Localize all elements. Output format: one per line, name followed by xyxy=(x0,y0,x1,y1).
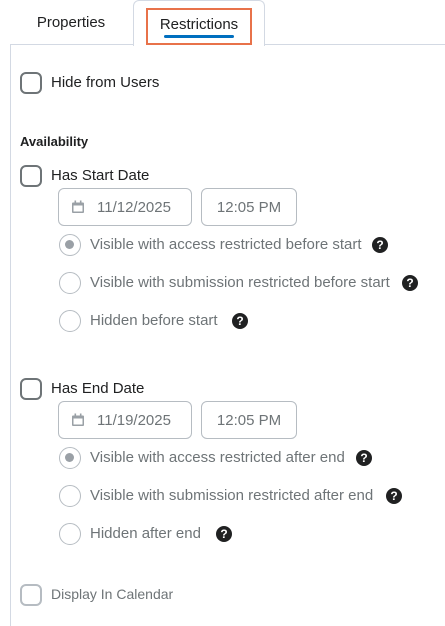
radio-end-access-restricted[interactable] xyxy=(59,447,81,469)
start-date-input[interactable]: 11/12/2025 xyxy=(58,188,192,226)
calendar-icon xyxy=(71,200,85,214)
help-icon[interactable]: ? xyxy=(386,488,402,504)
start-time-value: 12:05 PM xyxy=(216,198,282,216)
has-end-date-label: Has End Date xyxy=(51,380,145,397)
has-start-date-label: Has Start Date xyxy=(51,167,150,184)
radio-start-hidden[interactable] xyxy=(59,310,81,332)
availability-heading: Availability xyxy=(20,134,89,149)
radio-end-submission-restricted-label: Visible with submission restricted after… xyxy=(90,487,374,504)
tab-restrictions-label: Restrictions xyxy=(159,16,239,33)
tab-properties[interactable]: Properties xyxy=(20,0,122,45)
tab-bar: Properties Restrictions xyxy=(0,0,445,46)
calendar-icon xyxy=(71,413,85,427)
tab-restrictions-highlight: Restrictions xyxy=(146,8,252,45)
radio-start-submission-restricted-label: Visible with submission restricted befor… xyxy=(90,274,390,291)
help-icon[interactable]: ? xyxy=(372,237,388,253)
has-start-date-checkbox[interactable] xyxy=(20,165,42,187)
hide-from-users-checkbox[interactable] xyxy=(20,72,42,94)
radio-end-submission-restricted[interactable] xyxy=(59,485,81,507)
help-icon[interactable]: ? xyxy=(402,275,418,291)
help-icon[interactable]: ? xyxy=(216,526,232,542)
tab-restrictions[interactable]: Restrictions xyxy=(133,0,265,46)
end-time-value: 12:05 PM xyxy=(216,411,282,429)
display-in-calendar-checkbox[interactable] xyxy=(20,584,42,606)
radio-end-hidden[interactable] xyxy=(59,523,81,545)
radio-start-access-restricted[interactable] xyxy=(59,234,81,256)
help-icon[interactable]: ? xyxy=(232,313,248,329)
radio-end-access-restricted-label: Visible with access restricted after end xyxy=(90,449,345,466)
has-end-date-checkbox[interactable] xyxy=(20,378,42,400)
display-in-calendar-label: Display In Calendar xyxy=(51,586,174,602)
end-date-value: 11/19/2025 xyxy=(97,411,171,429)
radio-start-hidden-label: Hidden before start xyxy=(90,312,218,329)
hide-from-users-label: Hide from Users xyxy=(51,74,160,91)
end-date-input[interactable]: 11/19/2025 xyxy=(58,401,192,439)
end-time-input[interactable]: 12:05 PM xyxy=(201,401,297,439)
active-tab-indicator xyxy=(164,35,234,38)
radio-start-access-restricted-label: Visible with access restricted before st… xyxy=(90,236,362,253)
radio-end-hidden-label: Hidden after end xyxy=(90,525,201,542)
start-time-input[interactable]: 12:05 PM xyxy=(201,188,297,226)
radio-start-submission-restricted[interactable] xyxy=(59,272,81,294)
help-icon[interactable]: ? xyxy=(356,450,372,466)
start-date-value: 11/12/2025 xyxy=(97,198,171,216)
